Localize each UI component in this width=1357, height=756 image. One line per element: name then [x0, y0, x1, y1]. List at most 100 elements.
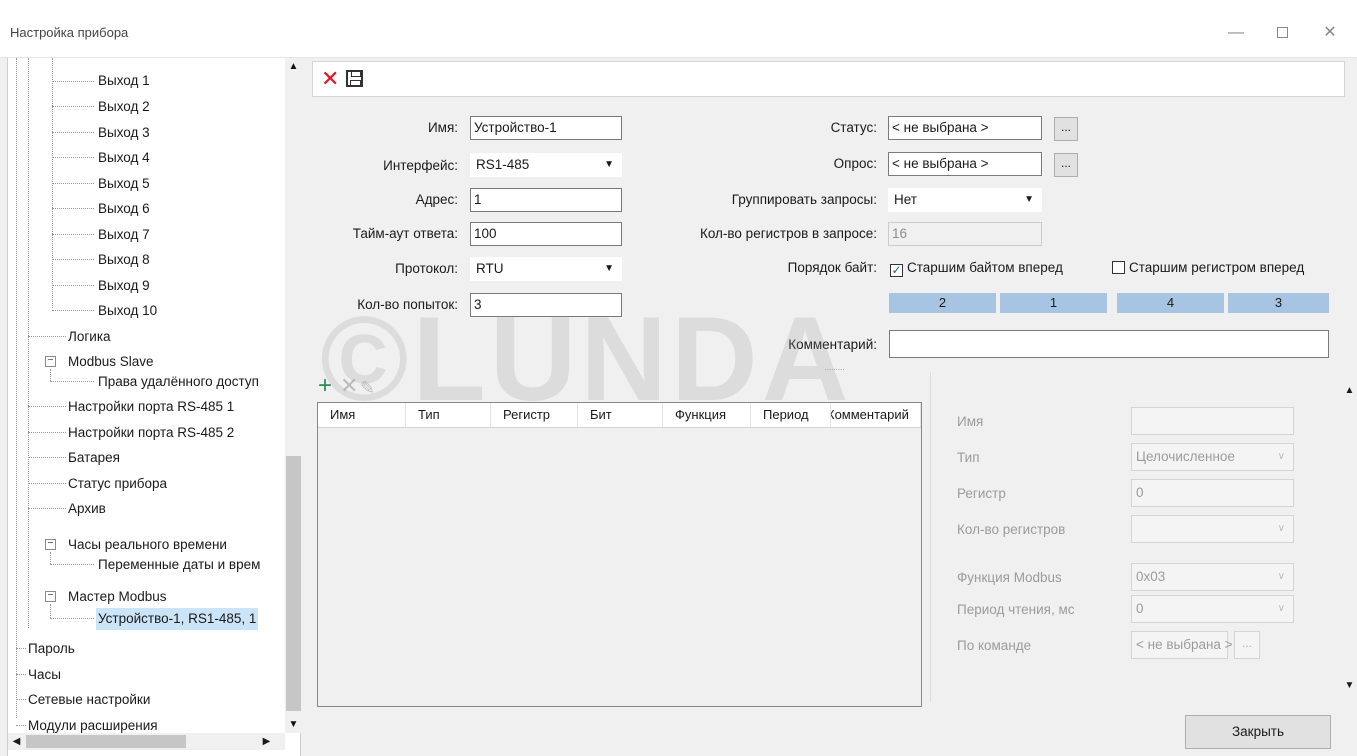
- tree-item-output-3[interactable]: Выход 3: [98, 122, 150, 144]
- scroll-up-icon[interactable]: ▲: [1341, 382, 1357, 399]
- maximize-button[interactable]: [1262, 18, 1302, 48]
- tree-item-password[interactable]: Пароль: [28, 638, 75, 660]
- tree-item-output-10[interactable]: Выход 10: [98, 300, 157, 322]
- close-button[interactable]: Закрыть: [1185, 715, 1331, 749]
- chevron-down-icon: ▼: [1024, 194, 1034, 205]
- column-header-period[interactable]: Период: [751, 403, 831, 427]
- status-browse-button[interactable]: ...: [1054, 117, 1078, 141]
- save-icon[interactable]: [346, 70, 363, 87]
- register-count-input: 16: [888, 222, 1042, 246]
- tree-item-device-1[interactable]: Устройство-1, RS1-485, 1: [96, 608, 259, 630]
- registers-table[interactable]: Имя Тип Регистр Бит Функция Период Комме…: [317, 402, 922, 707]
- attempts-label: Кол-во попыток:: [357, 297, 458, 312]
- panel-splitter[interactable]: [301, 58, 312, 756]
- window-title: Настройка прибора: [10, 25, 129, 40]
- column-header-function[interactable]: Функция: [663, 403, 751, 427]
- protocol-select[interactable]: RTU ▼: [470, 257, 622, 281]
- group-requests-select[interactable]: Нет ▼: [888, 188, 1042, 212]
- tree-item-network[interactable]: Сетевые настройки: [28, 689, 150, 711]
- scroll-down-icon[interactable]: ▼: [1341, 677, 1357, 694]
- tree-item-output-9[interactable]: Выход 9: [98, 275, 150, 297]
- attempts-input[interactable]: 3: [470, 293, 622, 317]
- tree-item-modbus-slave[interactable]: Modbus Slave: [68, 351, 154, 373]
- prop-command-label: По команде: [957, 638, 1032, 653]
- status-input[interactable]: < не выбрана >: [888, 116, 1042, 140]
- chevron-down-icon: ▼: [604, 159, 614, 170]
- column-header-bit[interactable]: Бит: [578, 403, 663, 427]
- tree-item-output-6[interactable]: Выход 6: [98, 198, 150, 220]
- edit-icon[interactable]: ✎: [360, 376, 375, 400]
- scroll-right-icon[interactable]: ▶: [258, 733, 275, 750]
- tree-item-output-8[interactable]: Выход 8: [98, 249, 150, 271]
- collapse-modbus-master-icon[interactable]: −: [45, 591, 56, 602]
- address-input[interactable]: 1: [470, 188, 622, 212]
- chevron-down-icon: ∨: [1277, 603, 1285, 614]
- prop-command-browse-button: ...: [1234, 631, 1260, 659]
- name-input[interactable]: Устройство-1: [470, 116, 622, 140]
- comment-input[interactable]: [889, 330, 1329, 358]
- tree-item-battery[interactable]: Батарея: [68, 447, 120, 469]
- tree-item-output-1[interactable]: Выход 1: [98, 70, 150, 92]
- tree-item-rtc[interactable]: Часы реального времени: [68, 534, 227, 556]
- prop-period-label: Период чтения, мс: [957, 602, 1075, 617]
- tree-item-logic[interactable]: Логика: [68, 326, 111, 348]
- remove-icon[interactable]: ✕: [340, 372, 358, 400]
- column-header-name[interactable]: Имя: [318, 403, 406, 427]
- add-icon[interactable]: +: [318, 372, 332, 400]
- byte-order-cell: 1: [1000, 293, 1107, 313]
- poll-label: Опрос:: [833, 156, 877, 171]
- tree-hscroll-thumb[interactable]: [26, 735, 186, 748]
- column-header-type[interactable]: Тип: [406, 403, 491, 427]
- prop-register-input: 0: [1131, 479, 1294, 507]
- high-register-first-checkbox[interactable]: Старшим регистром вперед: [1112, 257, 1304, 279]
- tree-item-output-2[interactable]: Выход 2: [98, 96, 150, 118]
- device-settings-panel: ✕ Имя: Устройство-1 Интерфейс: RS1-485 ▼…: [312, 58, 1357, 756]
- comment-label: Комментарий:: [788, 337, 877, 352]
- minimize-button[interactable]: —: [1216, 18, 1256, 48]
- tree-item-output-4[interactable]: Выход 4: [98, 147, 150, 169]
- poll-input[interactable]: < не выбрана >: [888, 152, 1042, 176]
- chevron-down-icon: ∨: [1277, 523, 1285, 534]
- tree-item-remote-access[interactable]: Права удалённого доступ: [98, 371, 259, 393]
- properties-scrollbar[interactable]: ▲ ▼: [1341, 372, 1357, 702]
- tree-item-clock[interactable]: Часы: [28, 664, 61, 686]
- tree-item-output-7[interactable]: Выход 7: [98, 224, 150, 246]
- timeout-input[interactable]: 100: [470, 222, 622, 246]
- delete-icon[interactable]: ✕: [321, 67, 339, 91]
- collapse-rtc-icon[interactable]: −: [45, 539, 56, 550]
- tree-horizontal-scrollbar[interactable]: ◀ ▶: [8, 733, 285, 750]
- minimize-icon: —: [1228, 24, 1244, 41]
- tree-item-archive[interactable]: Архив: [68, 498, 106, 520]
- chevron-down-icon: ▼: [604, 263, 614, 274]
- tree-scroll-thumb[interactable]: [286, 456, 301, 711]
- column-header-comment[interactable]: Комментарий: [831, 403, 921, 427]
- status-label: Статус:: [830, 120, 877, 135]
- scroll-up-icon[interactable]: ▲: [285, 58, 302, 75]
- tree-item-date-time-vars[interactable]: Переменные даты и врем: [98, 554, 260, 576]
- interface-select[interactable]: RS1-485 ▼: [470, 153, 622, 177]
- tree-line: [28, 58, 29, 628]
- protocol-value: RTU: [476, 261, 504, 276]
- prop-period-input: 0 ∨: [1131, 595, 1294, 623]
- device-toolbar: ✕: [312, 61, 1345, 97]
- collapse-modbus-slave-icon[interactable]: −: [45, 356, 56, 367]
- byte-order-cell: 2: [889, 293, 996, 313]
- close-window-button[interactable]: ✕: [1310, 18, 1350, 48]
- tree-vertical-scrollbar[interactable]: ▲ ▼: [285, 58, 302, 733]
- scroll-left-icon[interactable]: ◀: [8, 733, 25, 750]
- table-header: Имя Тип Регистр Бит Функция Период Комме…: [318, 403, 921, 428]
- column-header-register[interactable]: Регистр: [491, 403, 578, 427]
- maximize-icon: [1276, 27, 1288, 39]
- prop-regcount-select: ∨: [1131, 515, 1294, 543]
- tree-item-rs485-port-2[interactable]: Настройки порта RS-485 2: [68, 422, 234, 444]
- timeout-label: Тайм-аут ответа:: [352, 226, 458, 241]
- prop-type-label: Тип: [957, 450, 980, 465]
- tree-item-rs485-port-1[interactable]: Настройки порта RS-485 1: [68, 396, 234, 418]
- poll-browse-button[interactable]: ...: [1054, 153, 1078, 177]
- tree-item-modbus-master[interactable]: Мастер Modbus: [68, 586, 166, 608]
- high-byte-first-checkbox[interactable]: ✓ Старшим байтом вперед: [890, 257, 1063, 279]
- scroll-down-icon[interactable]: ▼: [285, 716, 302, 733]
- tree-item-output-5[interactable]: Выход 5: [98, 173, 150, 195]
- tree-item-device-status[interactable]: Статус прибора: [68, 473, 167, 495]
- protocol-label: Протокол:: [395, 261, 458, 276]
